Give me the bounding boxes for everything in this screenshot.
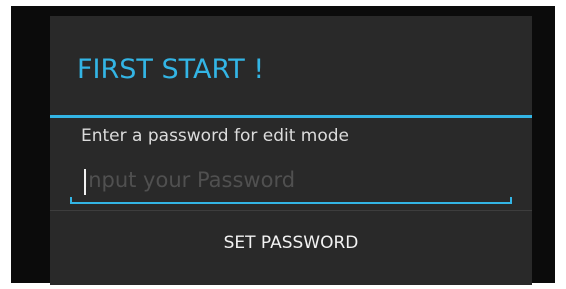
set-password-button[interactable]: SET PASSWORD xyxy=(50,211,532,285)
title-divider xyxy=(50,115,532,118)
password-field[interactable] xyxy=(70,162,512,204)
password-input[interactable] xyxy=(82,162,502,198)
text-cursor xyxy=(84,169,86,195)
first-start-dialog: FIRST START ! Enter a password for edit … xyxy=(50,16,532,285)
password-prompt-label: Enter a password for edit mode xyxy=(81,126,349,146)
dialog-title: FIRST START ! xyxy=(77,54,265,85)
field-underline-right-tick xyxy=(510,197,512,203)
field-underline xyxy=(70,202,512,204)
